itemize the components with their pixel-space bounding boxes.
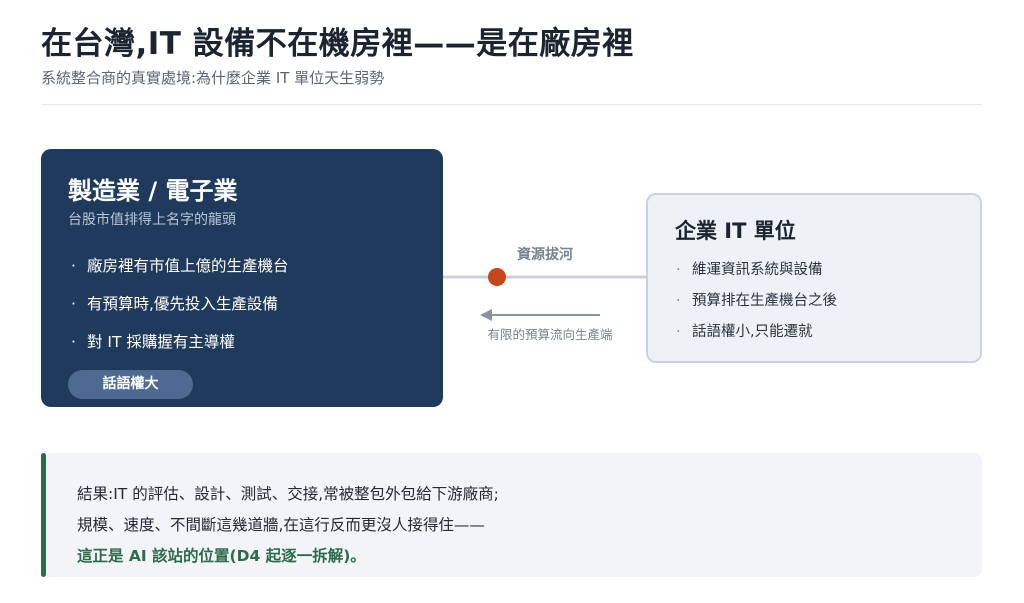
list-item: · 話語權小,只能遷就 <box>676 321 837 352</box>
bullet-icon: · <box>71 333 76 351</box>
manufacturing-subheading: 台股市值排得上名字的龍頭 <box>68 212 236 228</box>
callout-accent-bar <box>41 453 46 577</box>
result-callout: 結果:IT 的評估、設計、測試、交接,常被整包外包給下游廠商; 規模、速度、不間… <box>41 453 982 577</box>
list-item: · 維運資訊系統與設備 <box>676 259 837 290</box>
bullet-icon: · <box>71 257 76 275</box>
bullet-icon: · <box>676 293 681 309</box>
influence-badge: 話語權大 <box>68 370 193 399</box>
list-item: · 預算排在生產機台之後 <box>676 290 837 321</box>
list-item: · 廠房裡有市值上億的生產機台 <box>71 254 289 292</box>
result-line-2: 規模、速度、不間斷這幾道牆,在這行反而更沒人接得住—— <box>77 516 485 534</box>
result-line-1: 結果:IT 的評估、設計、測試、交接,常被整包外包給下游廠商; <box>77 485 499 503</box>
bullet-icon: · <box>71 295 76 313</box>
list-item: · 有預算時,優先投入生產設備 <box>71 292 289 330</box>
list-item: · 對 IT 採購握有主導權 <box>71 330 289 368</box>
manufacturing-card: 製造業 / 電子業 台股市值排得上名字的龍頭 · 廠房裡有市值上億的生產機台 · 有… <box>41 149 443 407</box>
result-line-3: 這正是 AI 該站的位置(D4 起逐一拆解)。 <box>77 547 366 565</box>
bullet-icon: · <box>676 262 681 278</box>
rope-label: 資源拔河 <box>517 247 573 263</box>
flow-arrowhead-icon <box>480 309 492 321</box>
rope-knot <box>488 268 506 286</box>
enterprise-it-heading: 企業 IT 單位 <box>675 219 796 243</box>
manufacturing-heading: 製造業 / 電子業 <box>68 177 238 205</box>
manufacturing-bullets: · 廠房裡有市值上億的生產機台 · 有預算時,優先投入生產設備 · 對 IT 採購握有… <box>71 254 289 368</box>
enterprise-it-card: 企業 IT 單位 · 維運資訊系統與設備 · 預算排在生產機台之後 · 話語權小,只能… <box>646 193 982 363</box>
flow-label: 有限的預算流向生產端 <box>487 327 613 342</box>
enterprise-it-bullets: · 維運資訊系統與設備 · 預算排在生產機台之後 · 話語權小,只能遷就 <box>676 259 837 352</box>
bullet-icon: · <box>676 324 681 340</box>
